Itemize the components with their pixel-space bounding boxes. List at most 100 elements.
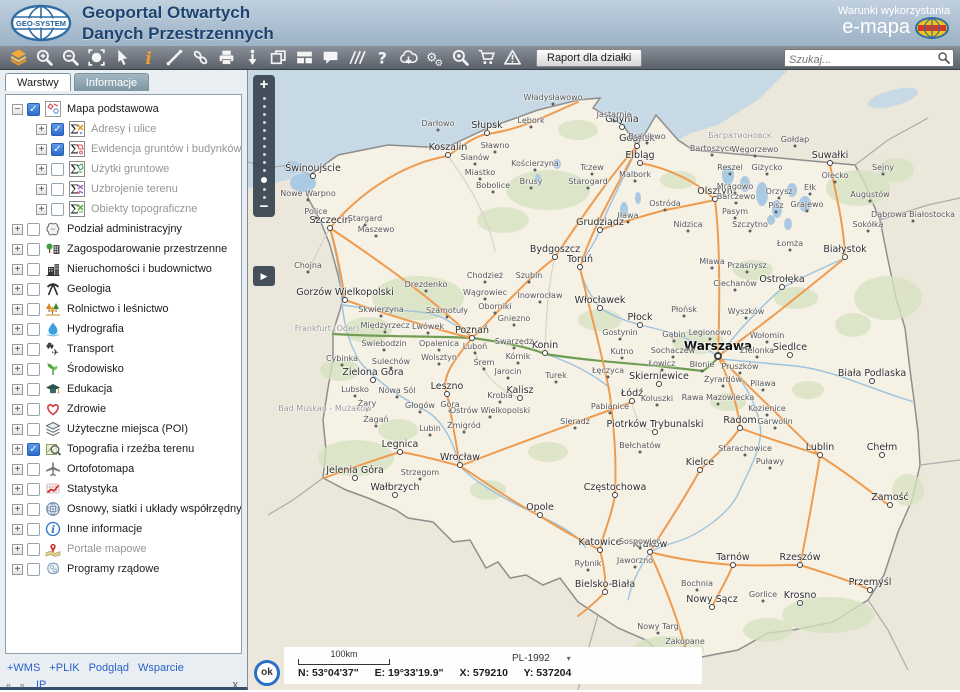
zoom-level-dot[interactable] (263, 153, 266, 156)
hatch-icon[interactable] (347, 48, 367, 67)
expand-toggle[interactable]: + (12, 564, 23, 575)
layer-checkbox[interactable] (27, 363, 40, 376)
layer-label[interactable]: Portale mapowe (67, 543, 147, 555)
identify-icon[interactable] (243, 48, 263, 67)
layer-label[interactable]: Hydrografia (67, 323, 124, 335)
pointer-icon[interactable] (113, 48, 133, 67)
zoom-out-icon[interactable] (61, 48, 81, 67)
layer-checkbox[interactable] (27, 543, 40, 556)
expand-toggle[interactable]: + (12, 504, 23, 515)
layer-checkbox[interactable] (27, 243, 40, 256)
zoom-level-dot[interactable] (263, 121, 266, 124)
expand-toggle[interactable]: + (36, 164, 47, 175)
expand-toggle[interactable]: + (12, 524, 23, 535)
select-area-icon[interactable] (87, 48, 107, 67)
layer-label[interactable]: Obiekty topograficzne (91, 203, 197, 215)
expand-toggle[interactable]: + (12, 484, 23, 495)
expand-toggle[interactable]: + (12, 244, 23, 255)
layer-label[interactable]: Rolnictwo i leśnictwo (67, 303, 168, 315)
expand-toggle[interactable]: + (36, 144, 47, 155)
link-icon[interactable] (191, 48, 211, 67)
expand-toggle[interactable]: + (12, 444, 23, 455)
map-canvas[interactable]: WarszawaGdańskGdyniaSłupskKoszalinŚwinou… (248, 70, 960, 690)
layer-checkbox[interactable]: ✓ (51, 143, 64, 156)
layer-checkbox[interactable] (27, 263, 40, 276)
zoom-level-dot[interactable] (263, 129, 266, 132)
zoom-out-button[interactable]: − (253, 199, 275, 214)
layout-icon[interactable] (295, 48, 315, 67)
info-icon[interactable]: i (139, 48, 159, 67)
layer-checkbox[interactable] (27, 323, 40, 336)
footer-link[interactable]: +WMS (7, 662, 40, 674)
footer-link[interactable]: Wsparcie (138, 662, 184, 674)
crs-dropdown[interactable]: PL-1992 ▾ (512, 653, 571, 664)
zoom-level-dot[interactable] (263, 137, 266, 140)
zoom-level-dot[interactable] (263, 105, 266, 108)
expand-toggle[interactable]: + (12, 284, 23, 295)
expand-toggle[interactable]: + (12, 344, 23, 355)
layer-checkbox[interactable] (27, 563, 40, 576)
layer-label[interactable]: Nieruchomości i budownictwo (67, 263, 212, 275)
expand-toggle[interactable]: + (12, 464, 23, 475)
panel-nav-arrows[interactable]: « » (6, 680, 28, 690)
tab-informacje[interactable]: Informacje (74, 73, 149, 91)
layer-label[interactable]: Ewidencja gruntów i budynków (91, 143, 241, 155)
layer-checkbox[interactable] (27, 383, 40, 396)
layer-checkbox[interactable]: ✓ (51, 123, 64, 136)
layer-checkbox[interactable] (27, 423, 40, 436)
expand-toggle[interactable]: + (12, 324, 23, 335)
expand-toggle[interactable]: + (12, 404, 23, 415)
layer-checkbox[interactable] (27, 283, 40, 296)
layer-checkbox[interactable] (27, 223, 40, 236)
settings-icon[interactable]: ⚙⚙ (425, 48, 445, 67)
layer-checkbox[interactable] (51, 203, 64, 216)
layer-label[interactable]: Podział administracyjny (67, 223, 182, 235)
layers-icon[interactable] (9, 48, 29, 67)
search-icon[interactable] (937, 51, 951, 65)
search-input[interactable] (785, 52, 937, 68)
print-icon[interactable] (217, 48, 237, 67)
help-icon[interactable]: ? (373, 48, 393, 67)
measure-icon[interactable] (165, 48, 185, 67)
close-panel-button[interactable]: x (233, 679, 239, 691)
layer-checkbox[interactable] (27, 463, 40, 476)
layer-checkbox[interactable] (27, 343, 40, 356)
zoom-level-dot[interactable] (261, 177, 267, 183)
tab-warstwy[interactable]: Warstwy (5, 73, 71, 91)
ok-button[interactable]: ok (254, 660, 280, 686)
sidebar-toggle-arrow[interactable]: ▶ (253, 266, 275, 286)
zoom-level-dot[interactable] (263, 169, 266, 172)
layer-label[interactable]: Użyteczne miejsca (POI) (67, 423, 188, 435)
report-parcel-button[interactable]: Raport dla działki (536, 49, 642, 67)
windows-icon[interactable] (269, 48, 289, 67)
expand-toggle[interactable]: + (36, 204, 47, 215)
layer-checkbox[interactable] (27, 523, 40, 536)
layer-label[interactable]: Topografia i rzeźba terenu (67, 443, 194, 455)
expand-toggle[interactable]: + (36, 124, 47, 135)
layer-label[interactable]: Ortofotomapa (67, 463, 134, 475)
layer-label[interactable]: Edukacja (67, 383, 112, 395)
layer-label[interactable]: Inne informacje (67, 523, 142, 535)
layer-checkbox[interactable] (51, 163, 64, 176)
zoom-in-button[interactable]: + (253, 77, 275, 92)
cart-icon[interactable] (477, 48, 497, 67)
expand-toggle[interactable]: + (12, 384, 23, 395)
layer-label[interactable]: Zdrowie (67, 403, 106, 415)
expand-toggle[interactable]: + (12, 544, 23, 555)
layer-label[interactable]: Zagospodarowanie przestrzenne (67, 243, 227, 255)
layer-label[interactable]: Uzbrojenie terenu (91, 183, 178, 195)
alert-icon[interactable] (503, 48, 523, 67)
layer-checkbox[interactable] (51, 183, 64, 196)
layer-checkbox[interactable] (27, 503, 40, 516)
layer-label[interactable]: Geologia (67, 283, 111, 295)
zoom-level-dot[interactable] (263, 145, 266, 148)
expand-toggle[interactable]: + (36, 184, 47, 195)
download-icon[interactable] (399, 48, 419, 67)
layer-checkbox[interactable] (27, 303, 40, 316)
layer-label[interactable]: Środowisko (67, 363, 124, 375)
layer-checkbox[interactable]: ✓ (27, 443, 40, 456)
layer-label[interactable]: Programy rządowe (67, 563, 159, 575)
zoom-in-icon[interactable] (35, 48, 55, 67)
zoom-level-dot[interactable] (263, 113, 266, 116)
zoom-level-dot[interactable] (263, 97, 266, 100)
